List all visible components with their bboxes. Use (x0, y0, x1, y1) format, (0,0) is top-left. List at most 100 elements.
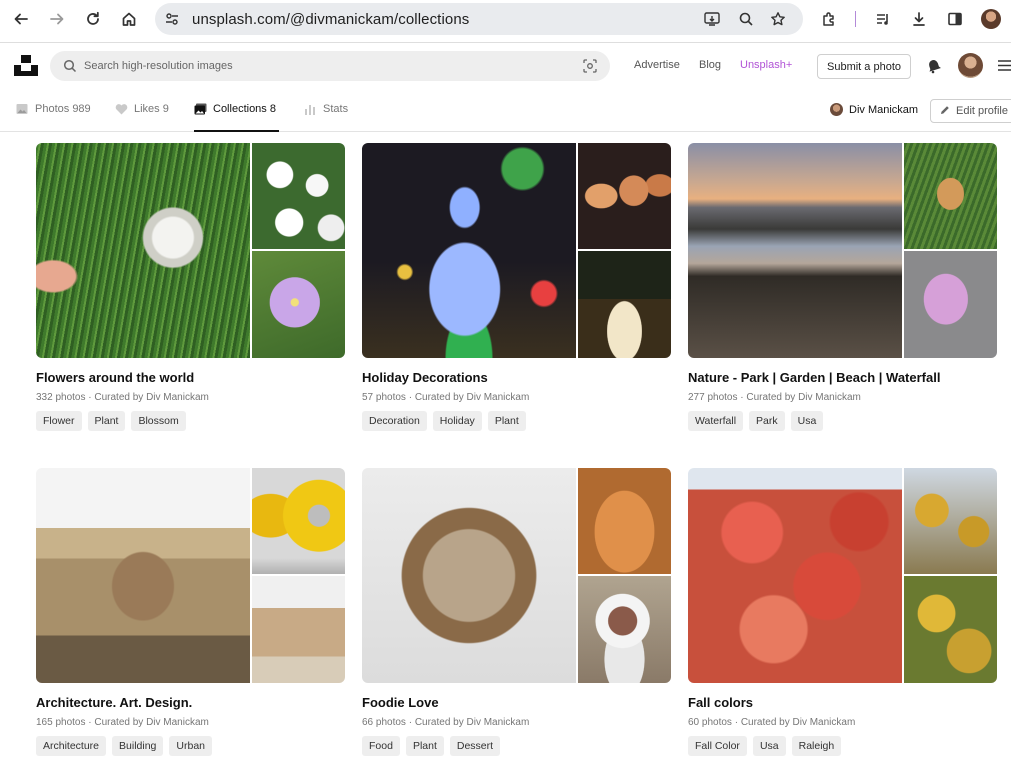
tag[interactable]: Fall Color (688, 736, 747, 756)
tag[interactable]: Architecture (36, 736, 107, 756)
profile-name[interactable]: Div Manickam (830, 103, 918, 116)
tag[interactable]: Raleigh (791, 736, 842, 756)
collection-mosaic[interactable] (688, 143, 997, 358)
profile-tabs: Photos 989 Likes 9 Collections 8 Stats D… (0, 89, 1011, 132)
tag[interactable]: Building (112, 736, 164, 756)
search-bar[interactable] (50, 51, 610, 81)
cover-photo-white-flowers (252, 143, 345, 249)
site-info-icon[interactable] (163, 10, 181, 28)
browser-toolbar: unsplash.com/@divmanickam/collections (0, 0, 1011, 38)
profile-avatar (830, 103, 843, 116)
tag[interactable]: Waterfall (688, 411, 744, 431)
extensions-icon[interactable] (818, 8, 840, 30)
edit-profile-button[interactable]: Edit profile (930, 99, 1011, 123)
reload-icon[interactable] (82, 8, 104, 30)
collection-title[interactable]: Nature - Park | Garden | Beach | Waterfa… (688, 370, 940, 385)
media-controls-icon[interactable] (872, 8, 894, 30)
search-icon[interactable] (62, 58, 78, 74)
browser-profile-avatar[interactable] (980, 8, 1002, 30)
tag[interactable]: Usa (790, 411, 824, 431)
nav-blog[interactable]: Blog (699, 59, 721, 71)
collection-tags: Decoration Holiday Plant (362, 411, 526, 431)
tag[interactable]: Plant (487, 411, 526, 431)
cover-photo-dandelion (36, 143, 250, 358)
collection-title[interactable]: Foodie Love (362, 695, 439, 710)
cover-photo-purple-flower (252, 251, 345, 358)
forward-icon[interactable] (46, 8, 68, 30)
profile-name-text: Div Manickam (849, 103, 919, 116)
tag[interactable]: Food (362, 736, 400, 756)
collection-mosaic[interactable] (36, 468, 345, 683)
collection-mosaic[interactable] (688, 468, 997, 683)
toolbar-divider (855, 11, 856, 27)
search-input[interactable] (84, 51, 564, 81)
zoom-icon[interactable] (737, 10, 755, 28)
heart-icon (115, 103, 128, 116)
cover-photo-yellow-leaves (904, 576, 997, 683)
photo-icon (16, 103, 29, 116)
collection-card[interactable]: Flowers around the world 332 photos · Cu… (36, 143, 345, 431)
tag[interactable]: Decoration (362, 411, 427, 431)
tag[interactable]: Plant (405, 736, 444, 756)
collection-meta: 332 photos · Curated by Div Manickam (36, 392, 209, 403)
tag[interactable]: Flower (36, 411, 82, 431)
cover-photo-joy-sign (578, 143, 671, 249)
cover-photo-red-tree (688, 468, 902, 683)
download-icon[interactable] (908, 8, 930, 30)
collection-card[interactable]: Architecture. Art. Design. 165 photos · … (36, 468, 345, 756)
collection-title[interactable]: Holiday Decorations (362, 370, 488, 385)
nav-unsplash-plus[interactable]: Unsplash+ (740, 59, 792, 71)
tab-photos[interactable]: Photos 989 (16, 103, 91, 132)
user-avatar[interactable] (958, 53, 983, 78)
tag[interactable]: Urban (169, 736, 213, 756)
cover-photo-church (36, 468, 250, 683)
collection-card[interactable]: Nature - Park | Garden | Beach | Waterfa… (688, 143, 997, 431)
cover-photo-almond-croissant (362, 468, 576, 683)
collection-mosaic[interactable] (36, 143, 345, 358)
pencil-icon (940, 105, 950, 118)
collection-meta: 277 photos · Curated by Div Manickam (688, 392, 861, 403)
address-bar[interactable]: unsplash.com/@divmanickam/collections (155, 3, 803, 35)
collection-mosaic[interactable] (362, 468, 671, 683)
collection-card[interactable]: Fall colors 60 photos · Curated by Div M… (688, 468, 997, 756)
collection-title[interactable]: Architecture. Art. Design. (36, 695, 192, 710)
collection-card[interactable]: Holiday Decorations 57 photos · Curated … (362, 143, 671, 431)
home-icon[interactable] (118, 8, 140, 30)
collection-card[interactable]: Foodie Love 66 photos · Curated by Div M… (362, 468, 671, 756)
notification-bell-icon[interactable] (926, 58, 942, 79)
site-header: Advertise Blog Unsplash+ Submit a photo (0, 43, 1011, 89)
collection-mosaic[interactable] (362, 143, 671, 358)
tag[interactable]: Plant (87, 411, 126, 431)
collection-title[interactable]: Flowers around the world (36, 370, 194, 385)
hamburger-menu-icon[interactable] (998, 59, 1011, 77)
collection-title[interactable]: Fall colors (688, 695, 753, 710)
tag[interactable]: Park (749, 411, 785, 431)
collection-meta: 66 photos · Curated by Div Manickam (362, 717, 530, 728)
cover-photo-yellow-tree (904, 468, 997, 574)
cover-photo-pink-leaf (904, 251, 997, 358)
unsplash-logo-icon[interactable] (14, 53, 38, 77)
cover-photo-autumn-leaf (904, 143, 997, 249)
side-panel-icon[interactable] (944, 8, 966, 30)
cover-photo-pastry-closeup (578, 468, 671, 574)
back-icon[interactable] (10, 8, 32, 30)
nav-advertise[interactable]: Advertise (634, 59, 680, 71)
cast-icon[interactable] (703, 10, 721, 28)
tag[interactable]: Usa (752, 736, 786, 756)
tab-stats[interactable]: Stats (304, 103, 348, 132)
visual-search-icon[interactable] (582, 58, 598, 74)
tag[interactable]: Holiday (432, 411, 482, 431)
cover-photo-yellow-sculpture (252, 468, 345, 574)
collection-tags: Food Plant Dessert (362, 736, 501, 756)
submit-photo-button[interactable]: Submit a photo (817, 54, 911, 79)
collections-icon (194, 103, 207, 116)
collection-tags: Fall Color Usa Raleigh (688, 736, 842, 756)
stats-icon (304, 103, 317, 116)
tab-likes[interactable]: Likes 9 (115, 103, 169, 132)
bookmark-star-icon[interactable] (769, 10, 787, 28)
collection-meta: 165 photos · Curated by Div Manickam (36, 717, 209, 728)
tab-collections[interactable]: Collections 8 (194, 103, 279, 132)
tag[interactable]: Dessert (449, 736, 501, 756)
collection-tags: Flower Plant Blossom (36, 411, 186, 431)
tag[interactable]: Blossom (131, 411, 186, 431)
